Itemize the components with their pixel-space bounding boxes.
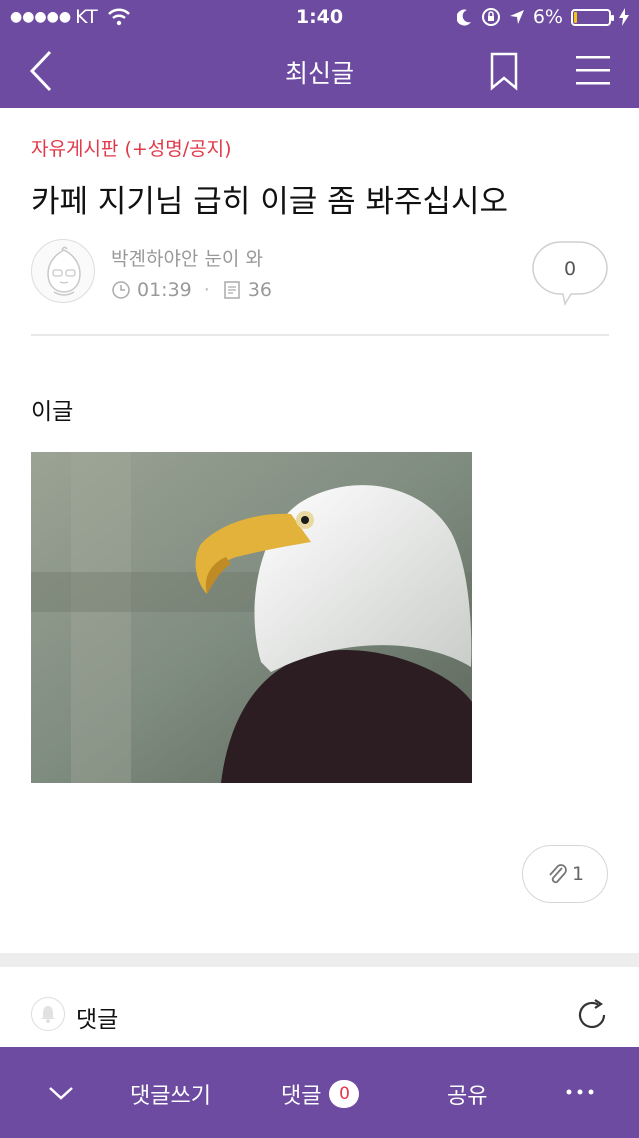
post-meta: 01:39 · 36 (111, 279, 272, 301)
comment-count: 0 (563, 258, 577, 280)
battery-icon (571, 8, 614, 26)
comments-button[interactable]: 댓글 0 (281, 1078, 360, 1110)
hamburger-menu-icon[interactable] (570, 48, 616, 92)
status-bar: ●●●●● KT 1:40 6% (0, 0, 639, 34)
share-button[interactable]: 공유 (447, 1078, 487, 1110)
paperclip-icon (549, 864, 567, 884)
header-divider (31, 334, 609, 336)
author-avatar[interactable] (31, 239, 95, 303)
comments-label: 댓글 (76, 1007, 119, 1033)
eagle-photo[interactable] (31, 452, 472, 783)
post-title: 카페 지기님 급히 이글 좀 봐주십시오 (31, 184, 509, 220)
post-body-text: 이글 (31, 399, 74, 425)
location-arrow-icon (509, 10, 524, 24)
post-category-link[interactable]: 자유게시판 (+성명/공지) (31, 134, 232, 161)
view-count: 36 (247, 279, 272, 301)
charging-bolt-icon (619, 8, 629, 26)
rotation-lock-icon (481, 8, 500, 26)
section-separator (0, 953, 639, 967)
nav-bar: 최신글 (0, 34, 639, 108)
bell-icon (41, 1006, 55, 1023)
chevron-down-icon[interactable] (46, 1080, 76, 1104)
more-options-icon[interactable] (562, 1077, 598, 1107)
comments-section-header: 댓글 (0, 967, 639, 1047)
battery-percent: 6% (532, 6, 563, 28)
avatar-character-icon (47, 246, 81, 296)
comments-button-label: 댓글 (281, 1084, 322, 1109)
bookmark-icon[interactable] (484, 48, 524, 94)
attachment-button[interactable]: 1 (522, 845, 608, 903)
meta-separator: · (203, 279, 210, 301)
app-header: ●●●●● KT 1:40 6% 최신글 (0, 0, 639, 108)
document-icon (224, 281, 240, 299)
post-time: 01:39 (137, 279, 192, 301)
attachment-count: 1 (571, 863, 585, 885)
moon-icon (456, 9, 471, 26)
write-comment-button[interactable]: 댓글쓰기 (130, 1078, 211, 1110)
refresh-icon[interactable] (574, 997, 610, 1033)
comments-badge: 0 (329, 1080, 360, 1108)
author-name[interactable]: 박곈하야안 눈이 와 (111, 244, 263, 271)
comment-count-bubble[interactable]: 0 (531, 240, 609, 307)
bottom-toolbar: 댓글쓰기 댓글 0 공유 (0, 1047, 639, 1138)
page-title: 최신글 (284, 59, 354, 88)
battery-fill (574, 11, 577, 23)
status-right: 6% (456, 6, 629, 28)
comment-notification-toggle[interactable] (31, 997, 65, 1031)
clock-icon (112, 281, 130, 299)
